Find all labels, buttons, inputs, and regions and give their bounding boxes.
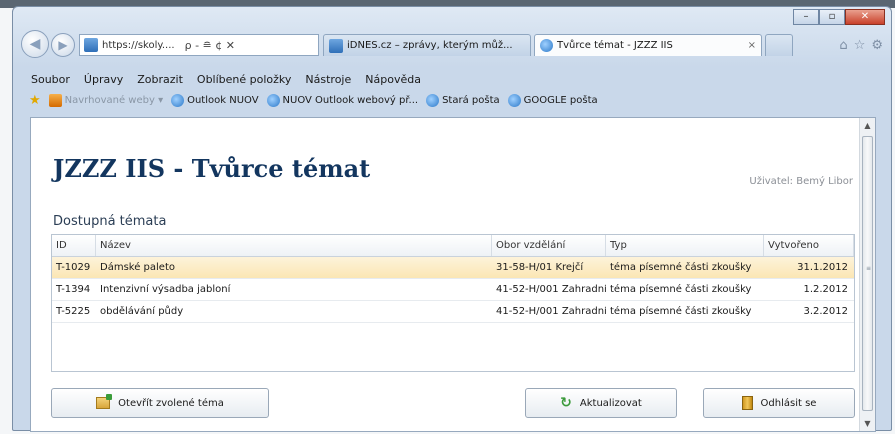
user-label: Uživatel: Bemý Libor bbox=[749, 176, 853, 187]
fav-label: Stará pošta bbox=[442, 95, 500, 106]
cell-obor: 41-52-H/001 Zahradník bbox=[496, 284, 606, 295]
fav-outlook-nuov[interactable]: Outlook NUOV bbox=[171, 94, 259, 107]
fav-suggested-sites[interactable]: Navrhované weby ▾ bbox=[48, 94, 164, 107]
window-caption-buttons: – ▫ ✕ bbox=[793, 9, 885, 25]
column-header-nazev[interactable]: Název bbox=[96, 235, 492, 256]
cell-typ: téma písemné části zkoušky bbox=[610, 262, 752, 273]
fav-stara-posta[interactable]: Stará pošta bbox=[426, 94, 500, 107]
menu-upravy[interactable]: Úpravy bbox=[84, 73, 123, 86]
browser-right-icons: ⌂ ☆ ⚙ bbox=[839, 38, 883, 53]
page-title: JZZZ IIS - Tvůrce témat bbox=[53, 154, 371, 183]
new-tab-button[interactable] bbox=[765, 34, 793, 56]
back-arrow-icon: ◀ bbox=[29, 36, 41, 52]
tab-close-icon[interactable]: × bbox=[748, 40, 756, 51]
page-icon bbox=[84, 38, 98, 52]
address-url[interactable]: https://skoly.... bbox=[102, 40, 175, 51]
ie-page-icon bbox=[266, 94, 280, 107]
fav-nuov-outlook-web[interactable]: NUOV Outlook webový př... bbox=[266, 94, 419, 107]
grip-icon: ≡ bbox=[866, 265, 872, 272]
column-header-typ[interactable]: Typ bbox=[606, 235, 764, 256]
open-topic-button[interactable]: Otevřít zvolené téma bbox=[51, 388, 269, 418]
cell-id: T-5225 bbox=[56, 306, 91, 317]
cell-name: Intenzivní výsadba jabloní bbox=[100, 284, 231, 295]
column-header-vytvoreno[interactable]: Vytvořeno bbox=[764, 235, 854, 256]
cell-id: T-1029 bbox=[56, 262, 91, 273]
cell-obor: 41-52-H/001 Zahradník bbox=[496, 306, 606, 317]
scrollbar-thumb[interactable]: ≡ bbox=[862, 136, 873, 411]
cell-name: Dámské paleto bbox=[100, 262, 175, 273]
forward-button[interactable]: ▶ bbox=[51, 33, 75, 57]
logout-button[interactable]: Odhlásit se bbox=[703, 388, 855, 418]
table-row[interactable]: T-1029 Dámské paleto 31-58-H/01 Krejčí t… bbox=[52, 257, 854, 279]
ie-page-icon bbox=[507, 94, 521, 107]
scroll-up-icon[interactable]: ▲ bbox=[860, 118, 875, 133]
fav-label: GOOGLE pošta bbox=[523, 95, 598, 106]
fav-label: NUOV Outlook webový př... bbox=[282, 95, 419, 106]
favorites-star-icon[interactable]: ☆ bbox=[854, 38, 866, 53]
section-title: Dostupná témata bbox=[53, 214, 167, 229]
cell-id: T-1394 bbox=[56, 284, 91, 295]
tab-label: Tvůrce témat - JZZZ IIS bbox=[557, 40, 673, 51]
address-tools[interactable]: ρ - ≘ ¢ ✕ bbox=[185, 39, 235, 52]
menu-nastroje[interactable]: Nástroje bbox=[305, 73, 351, 86]
close-window-button[interactable]: ✕ bbox=[845, 9, 885, 25]
suggested-sites-icon bbox=[48, 94, 62, 107]
navigation-row: ◀ ▶ https://skoly.... ρ - ≘ ¢ ✕ iDNES.cz… bbox=[17, 29, 887, 59]
menu-bar: Soubor Úpravy Zobrazit Oblíbené položky … bbox=[31, 73, 421, 86]
refresh-icon: ↻ bbox=[560, 395, 572, 411]
menu-oblibene[interactable]: Oblíbené položky bbox=[197, 73, 292, 86]
fav-label: Outlook NUOV bbox=[187, 95, 259, 106]
page-content: JZZZ IIS - Tvůrce témat Uživatel: Bemý L… bbox=[30, 117, 876, 432]
ie-page-icon bbox=[171, 94, 185, 107]
cell-date: 1.2.2012 bbox=[803, 284, 848, 295]
tab-idnes[interactable]: iDNES.cz – zprávy, kterým můž... bbox=[323, 34, 531, 56]
menu-napoveda[interactable]: Nápověda bbox=[365, 73, 421, 86]
home-icon[interactable]: ⌂ bbox=[839, 38, 847, 53]
open-topic-label: Otevřít zvolené téma bbox=[118, 397, 224, 409]
cell-date: 3.2.2012 bbox=[803, 306, 848, 317]
browser-window: – ▫ ✕ ◀ ▶ https://skoly.... ρ - ≘ ¢ ✕ iD… bbox=[12, 6, 892, 432]
back-button[interactable]: ◀ bbox=[21, 30, 49, 58]
ie-favicon-icon bbox=[540, 39, 553, 52]
topics-table: ID Název Obor vzdělání Typ Vytvořeno T-1… bbox=[51, 234, 855, 372]
refresh-label: Aktualizovat bbox=[579, 397, 642, 409]
table-row[interactable]: T-1394 Intenzivní výsadba jabloní 41-52-… bbox=[52, 279, 854, 301]
favorites-bar: ★ Navrhované weby ▾ Outlook NUOV NUOV Ou… bbox=[29, 93, 598, 108]
forward-arrow-icon: ▶ bbox=[58, 38, 68, 52]
table-header: ID Název Obor vzdělání Typ Vytvořeno bbox=[52, 235, 854, 257]
settings-gear-icon[interactable]: ⚙ bbox=[871, 38, 883, 53]
table-row[interactable]: T-5225 obdělávání půdy 41-52-H/001 Zahra… bbox=[52, 301, 854, 323]
menu-soubor[interactable]: Soubor bbox=[31, 73, 70, 86]
address-bar[interactable]: https://skoly.... ρ - ≘ ¢ ✕ bbox=[79, 34, 319, 56]
column-header-obor[interactable]: Obor vzdělání bbox=[492, 235, 606, 256]
ie-page-icon bbox=[426, 94, 440, 107]
cell-name: obdělávání půdy bbox=[100, 306, 184, 317]
fav-google-posta[interactable]: GOOGLE pošta bbox=[507, 94, 598, 107]
menu-zobrazit[interactable]: Zobrazit bbox=[137, 73, 183, 86]
scroll-down-icon[interactable]: ▼ bbox=[860, 416, 875, 431]
tab-label: iDNES.cz – zprávy, kterým můž... bbox=[347, 40, 513, 51]
minimize-button[interactable]: – bbox=[793, 9, 819, 25]
refresh-button[interactable]: ↻ Aktualizovat bbox=[525, 388, 677, 418]
cell-typ: téma písemné části zkoušky bbox=[610, 284, 752, 295]
maximize-button[interactable]: ▫ bbox=[819, 9, 845, 25]
cell-date: 31.1.2012 bbox=[797, 262, 848, 273]
idnes-favicon-icon bbox=[329, 38, 343, 53]
favorites-star-icon[interactable]: ★ bbox=[29, 93, 41, 108]
vertical-scrollbar[interactable]: ▲ ≡ ▼ bbox=[859, 118, 875, 431]
fav-label: Navrhované weby ▾ bbox=[64, 95, 164, 106]
door-icon bbox=[741, 396, 753, 410]
tab-tvurce-temat[interactable]: Tvůrce témat - JZZZ IIS × bbox=[534, 34, 762, 56]
column-header-id[interactable]: ID bbox=[52, 235, 96, 256]
cell-obor: 31-58-H/01 Krejčí bbox=[496, 262, 584, 273]
open-folder-icon bbox=[96, 394, 113, 409]
logout-label: Odhlásit se bbox=[760, 397, 817, 409]
cell-typ: téma písemné části zkoušky bbox=[610, 306, 752, 317]
